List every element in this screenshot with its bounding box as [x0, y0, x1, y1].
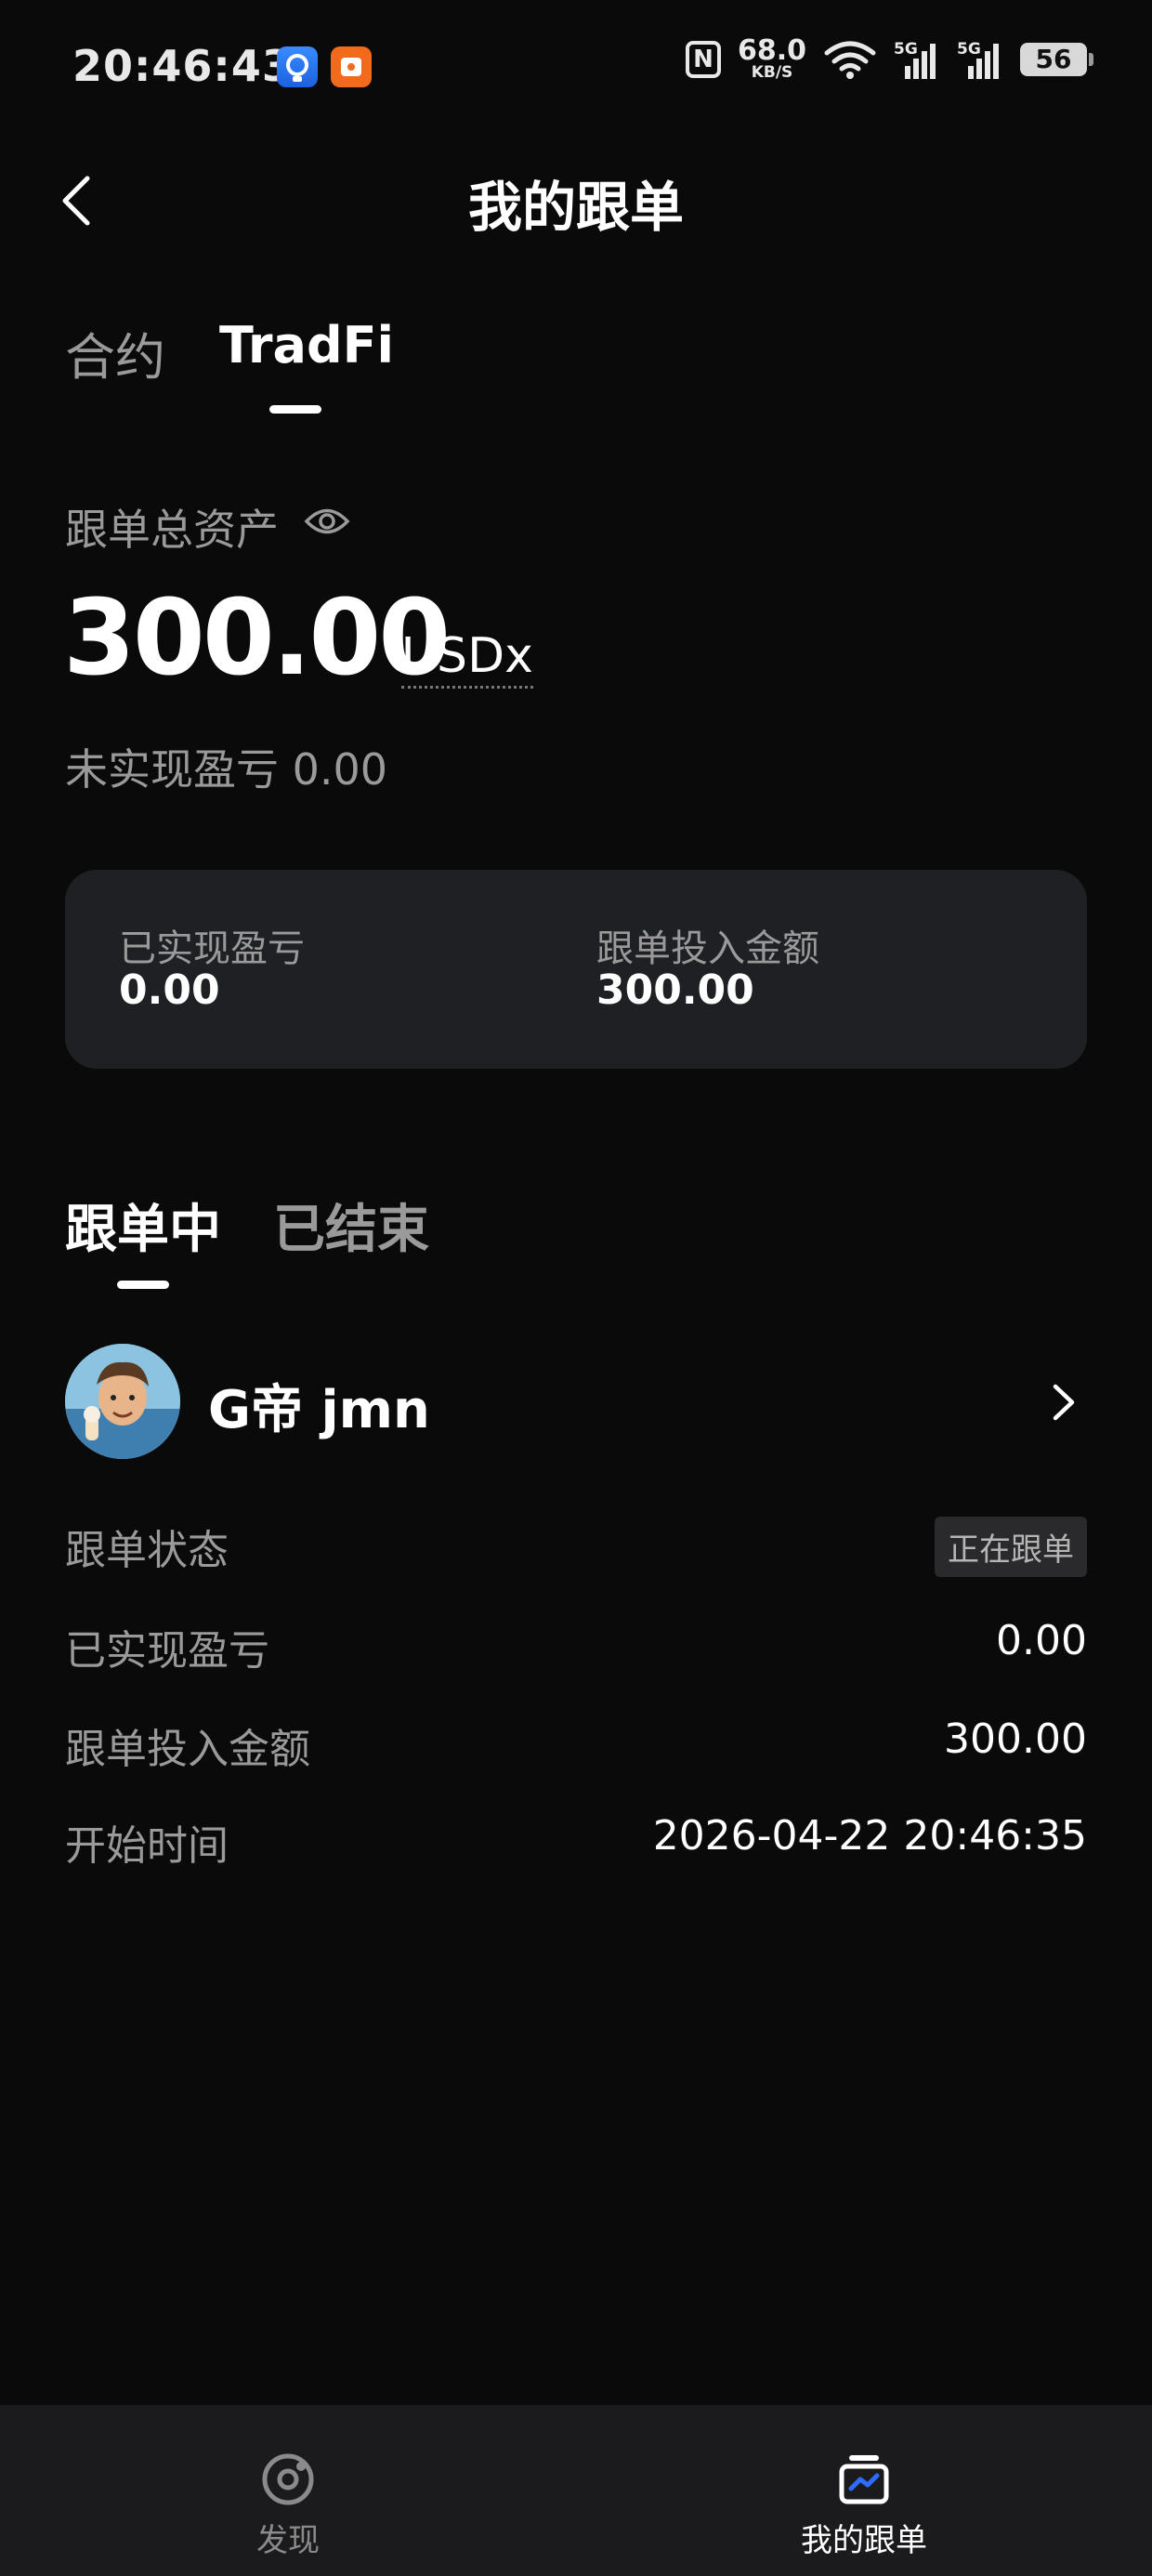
nav-my-copy-trading[interactable]: 我的跟单	[780, 2405, 948, 2576]
nav-my-copy-trading-label: 我的跟单	[801, 2522, 927, 2559]
battery-icon: 56	[1020, 42, 1093, 76]
tab-following[interactable]: 跟单中	[65, 1188, 221, 1263]
realized-pnl-label: 已实现盈亏	[119, 927, 305, 970]
tab-active-indicator	[269, 405, 321, 414]
total-assets-value: 300.00	[63, 578, 451, 699]
total-assets-label: 跟单总资产	[65, 505, 279, 555]
unrealized-pnl: 未实现盈亏 0.00	[65, 744, 388, 795]
detail-realized-label: 已实现盈亏	[65, 1627, 269, 1675]
trader-name[interactable]: G帝 jmn	[208, 1368, 430, 1443]
speed-value: 68.0	[737, 34, 806, 67]
follow-status-label: 跟单状态	[65, 1527, 229, 1574]
trader-avatar[interactable]	[65, 1344, 180, 1459]
bottom-navigation: 发现 我的跟单	[0, 2405, 1152, 2576]
detail-invested-value: 300.00	[944, 1715, 1087, 1763]
app-notification-icon-1	[277, 46, 318, 87]
signal-icon-2: 5G	[957, 40, 1003, 79]
start-time-label: 开始时间	[65, 1822, 229, 1870]
invested-amount-label: 跟单投入金额	[596, 927, 819, 970]
status-icons: N 68.0 KB/S 5G 5G 56	[685, 37, 1093, 81]
copy-trading-icon	[839, 2455, 889, 2504]
status-badge: 正在跟单	[935, 1517, 1087, 1577]
tab-tradfi[interactable]: TradFi	[219, 316, 394, 375]
network-speed: 68.0 KB/S	[738, 37, 806, 81]
nfc-icon: N	[685, 40, 721, 78]
signal-icon-1: 5G	[894, 40, 940, 79]
speed-unit: KB/S	[751, 63, 793, 82]
asset-unit-selector[interactable]: USDx	[401, 628, 533, 689]
section-tab-indicator	[117, 1281, 169, 1289]
start-time-value: 2026-04-22 20:46:35	[652, 1812, 1087, 1860]
status-time: 20:46:43	[72, 41, 293, 91]
chevron-right-icon[interactable]	[1050, 1381, 1078, 1424]
invested-amount-value: 300.00	[596, 966, 754, 1014]
app-notification-icon-2	[331, 46, 372, 87]
detail-invested-label: 跟单投入金额	[65, 1726, 310, 1773]
tab-contract[interactable]: 合约	[65, 316, 165, 389]
nav-discover-label: 发现	[256, 2522, 320, 2559]
eye-icon[interactable]	[303, 502, 351, 541]
summary-card: 已实现盈亏 0.00 跟单投入金额 300.00	[65, 870, 1087, 1069]
tab-ended[interactable]: 已结束	[273, 1188, 429, 1263]
page-title: 我的跟单	[467, 176, 684, 239]
realized-pnl-value: 0.00	[119, 966, 220, 1014]
discover-icon	[262, 2453, 314, 2505]
nav-discover[interactable]: 发现	[214, 2405, 362, 2576]
detail-realized-value: 0.00	[996, 1617, 1087, 1664]
wifi-icon	[824, 41, 876, 79]
